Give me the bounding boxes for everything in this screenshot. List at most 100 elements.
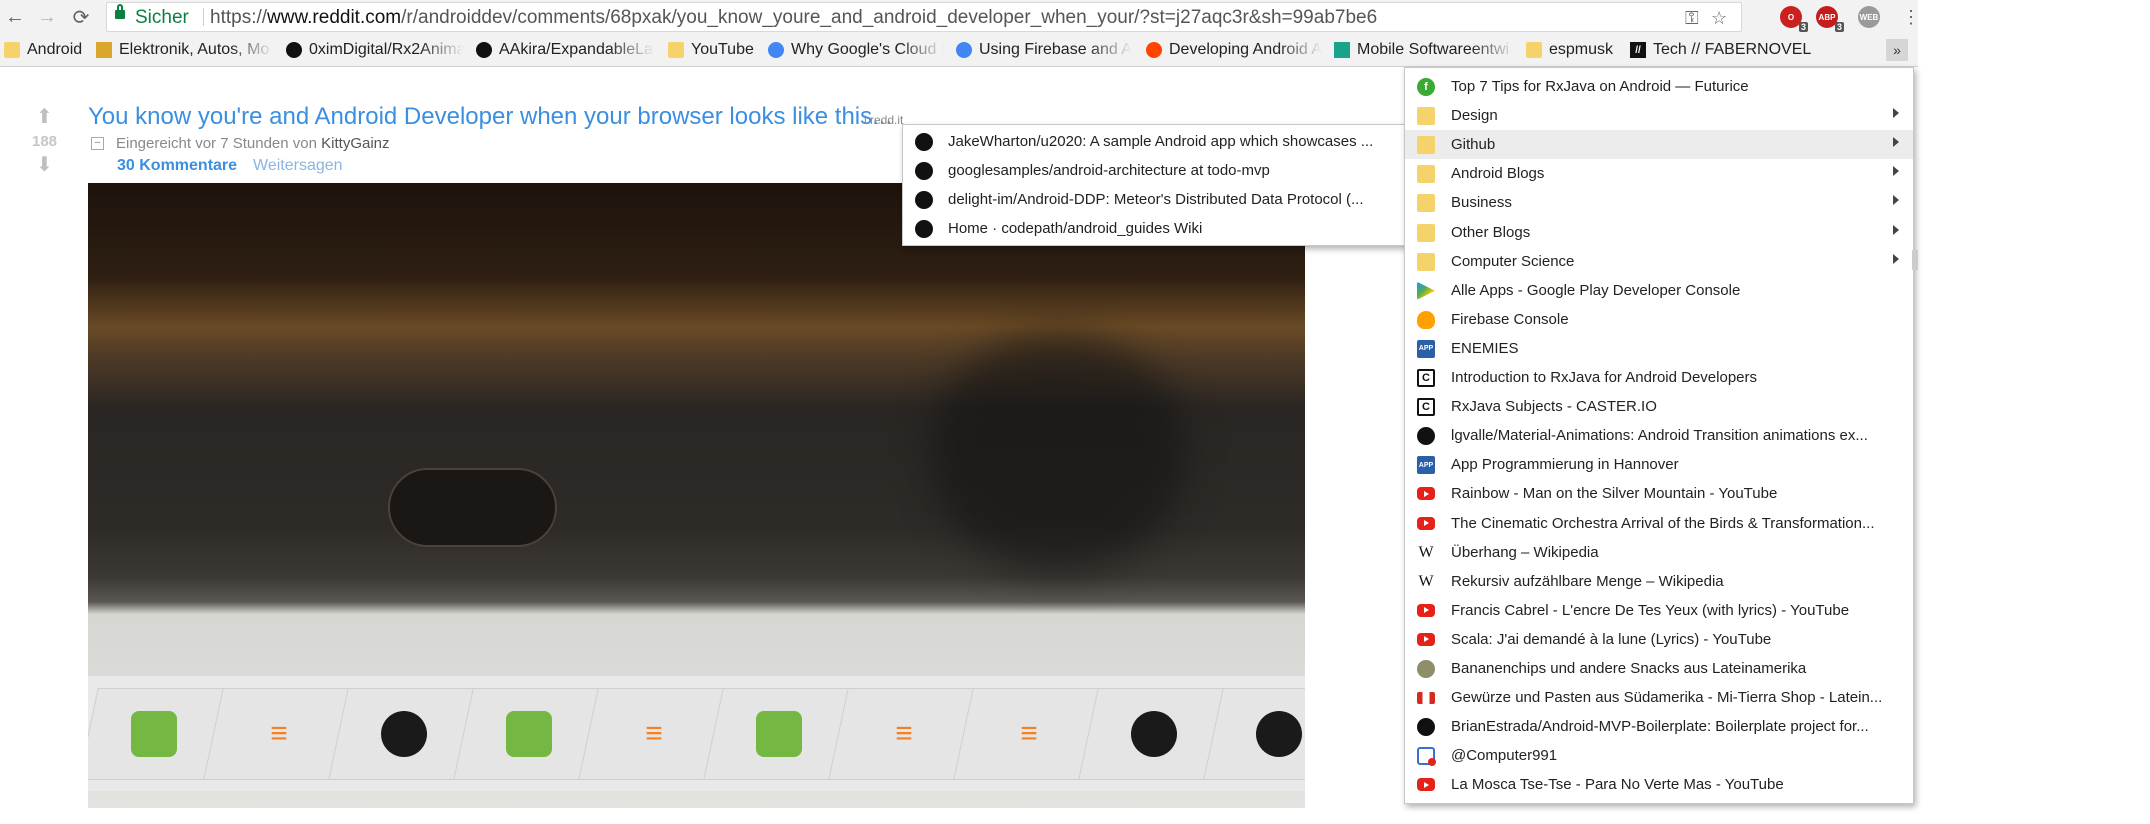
menu-item-label: Alle Apps - Google Play Developer Consol…	[1451, 281, 1741, 299]
submenu-arrow-icon	[1893, 224, 1899, 235]
submenu-item[interactable]: delight-im/Android-DDP: Meteor's Distrib…	[903, 185, 1409, 214]
upvote-arrow-icon[interactable]: ⬆	[36, 104, 53, 129]
menu-item[interactable]: BrianEstrada/Android-MVP-Boilerplate: Bo…	[1405, 712, 1913, 741]
menu-item-label: RxJava Subjects - CASTER.IO	[1451, 398, 1657, 416]
bookmark-label: Mobile Softwareentwi	[1357, 41, 1510, 58]
forward-arrow-icon[interactable]: →	[32, 2, 62, 32]
bookmark-android[interactable]: Android	[4, 40, 84, 60]
github-icon	[1417, 427, 1435, 446]
address-bar[interactable]: Sicher https://www.reddit.com/r/androidd…	[106, 2, 1742, 32]
author-link[interactable]: KittyGainz	[321, 135, 389, 152]
menu-item[interactable]: Scala: J'ai demandé à la lune (Lyrics) -…	[1405, 625, 1913, 654]
menu-item-label: BrianEstrada/Android-MVP-Boilerplate: Bo…	[1451, 718, 1869, 736]
url-path: /r/androiddev/comments/68pxak/you_know_y…	[401, 7, 1378, 28]
menu-item-label: The Cinematic Orchestra Arrival of the B…	[1451, 514, 1875, 532]
post-domain[interactable]: i.redd.it	[864, 113, 903, 127]
menu-item[interactable]: W Rekursiv aufzählbare Menge – Wikipedia	[1405, 567, 1913, 596]
post-score: 188	[32, 133, 58, 150]
submenu-item[interactable]: googlesamples/android-architecture at to…	[903, 156, 1409, 185]
app-icon: APP	[1417, 456, 1435, 475]
menu-item[interactable]: Gewürze und Pasten aus Südamerika - Mi-T…	[1405, 683, 1913, 712]
bookmark-label: AAkira/ExpandableLay	[499, 41, 654, 58]
youtube-icon	[1417, 632, 1435, 646]
stackoverflow-icon: ≡	[895, 717, 913, 750]
bookmark-label: Developing Android A	[1169, 41, 1322, 58]
downvote-arrow-icon[interactable]: ⬇	[36, 152, 53, 177]
key-icon[interactable]: ⚿	[1685, 8, 1699, 29]
bookmark-elektronik[interactable]: Elektronik, Autos, Mo	[96, 40, 274, 60]
menu-item[interactable]: W Überhang – Wikipedia	[1405, 538, 1913, 567]
menu-item[interactable]: The Cinematic Orchestra Arrival of the B…	[1405, 509, 1913, 538]
web-extension-icon[interactable]: WEB	[1858, 6, 1880, 28]
submitted-info: Eingereicht vor 7 Stunden von KittyGainz	[116, 135, 390, 152]
adblock-extension-icon[interactable]: ABP 3	[1816, 6, 1844, 32]
folder-icon	[1417, 252, 1435, 271]
github-icon	[915, 220, 933, 238]
star-icon[interactable]: ☆	[1711, 8, 1727, 29]
comments-link[interactable]: 30 Kommentare	[117, 157, 237, 175]
scrollbar[interactable]	[1912, 250, 1918, 270]
extension-badge: 3	[1834, 22, 1844, 32]
bookmark-google-cloud[interactable]: Why Google's Cloud I	[768, 40, 944, 60]
menu-item[interactable]: C RxJava Subjects - CASTER.IO	[1405, 392, 1913, 421]
menu-item[interactable]: La Mosca Tse-Tse - Para No Verte Mas - Y…	[1405, 770, 1913, 799]
menu-item-label: App Programmierung in Hannover	[1451, 456, 1679, 474]
menu-item[interactable]: f Top 7 Tips for RxJava on Android — Futu…	[1405, 72, 1913, 101]
menu-item[interactable]: C Introduction to RxJava for Android Deve…	[1405, 363, 1913, 392]
android-icon	[756, 711, 802, 757]
menu-item[interactable]: Rainbow - Man on the Silver Mountain - Y…	[1405, 479, 1913, 508]
bookmark-mobile-softwareentwicklung[interactable]: Mobile Softwareentwi	[1334, 40, 1516, 60]
submenu-arrow-icon	[1893, 253, 1899, 264]
bookmark-espmusk[interactable]: espmusk	[1526, 40, 1626, 60]
menu-item[interactable]: Bananenchips und andere Snacks aus Latei…	[1405, 654, 1913, 683]
menu-item-label: Francis Cabrel - L'encre De Tes Yeux (wi…	[1451, 601, 1850, 619]
submenu-item-label: googlesamples/android-architecture at to…	[948, 162, 1270, 179]
collapse-button[interactable]: –	[91, 137, 104, 150]
share-link[interactable]: Weitersagen	[253, 157, 343, 175]
menu-item[interactable]: APP App Programmierung in Hannover	[1405, 450, 1913, 479]
menu-item[interactable]: @Computer991	[1405, 741, 1913, 770]
menu-item-label: Bananenchips und andere Snacks aus Latei…	[1451, 660, 1807, 677]
menu-item[interactable]: Computer Science	[1405, 247, 1913, 276]
back-arrow-icon[interactable]: ←	[0, 2, 30, 32]
lock-icon	[115, 4, 125, 19]
bookmark-fabernovel[interactable]: // Tech // FABERNOVEL	[1630, 40, 1830, 60]
bookmark-youtube[interactable]: YouTube	[668, 40, 758, 60]
bookmarks-overflow-menu: f Top 7 Tips for RxJava on Android — Futu…	[1404, 67, 1914, 804]
menu-item[interactable]: Francis Cabrel - L'encre De Tes Yeux (wi…	[1405, 596, 1913, 625]
github-icon	[286, 42, 302, 58]
menu-item[interactable]: lgvalle/Material-Animations: Android Tra…	[1405, 421, 1913, 450]
menu-item[interactable]: Business	[1405, 188, 1913, 217]
url-text[interactable]: https://www.reddit.com/r/androiddev/comm…	[210, 7, 1377, 29]
menu-item-label: Scala: J'ai demandé à la lune (Lyrics) -…	[1451, 630, 1772, 648]
post-title[interactable]: You know you're and Android Developer wh…	[88, 103, 892, 131]
submenu-arrow-icon	[1893, 137, 1899, 148]
banana-icon	[1417, 660, 1435, 678]
menu-item[interactable]: Firebase Console	[1405, 305, 1913, 334]
folder-icon	[1417, 136, 1435, 155]
opera-extension-icon[interactable]: O3	[1780, 6, 1808, 32]
menu-item[interactable]: Android Blogs	[1405, 159, 1913, 188]
menu-item-label: Rainbow - Man on the Silver Mountain - Y…	[1451, 485, 1778, 503]
bookmark-developing-android[interactable]: Developing Android A	[1146, 40, 1322, 60]
menu-item[interactable]: Alle Apps - Google Play Developer Consol…	[1405, 276, 1913, 305]
submenu-item[interactable]: JakeWharton/u2020: A sample Android app …	[903, 127, 1409, 156]
menu-item[interactable]: Github	[1405, 130, 1913, 160]
bookmark-label: Elektronik, Autos, Mo	[119, 41, 270, 58]
submenu-item[interactable]: Home · codepath/android_guides Wiki	[903, 214, 1409, 243]
bookmark-rx2anima[interactable]: 0ximDigital/Rx2Anima	[286, 40, 464, 60]
wikipedia-icon: W	[1418, 543, 1434, 561]
menu-item[interactable]: Other Blogs	[1405, 218, 1913, 247]
menu-item-label: Business	[1451, 194, 1512, 212]
menu-icon[interactable]: ⋮	[1896, 2, 1926, 32]
bookmark-firebase[interactable]: Using Firebase and Ap	[956, 40, 1132, 60]
bookmarks-overflow-button[interactable]: »	[1886, 39, 1908, 61]
post-image[interactable]: ≡ ≡ ≡ ≡	[88, 183, 1305, 808]
github-icon	[915, 162, 933, 180]
bookmark-expandablelay[interactable]: AAkira/ExpandableLay	[476, 40, 654, 60]
browser-toolbar: ← → ⟳ Sicher https://www.reddit.com/r/an…	[0, 0, 1920, 34]
menu-item[interactable]: Design	[1405, 101, 1913, 130]
google-cloud-icon	[956, 42, 972, 58]
menu-item[interactable]: APP ENEMIES	[1405, 334, 1913, 363]
reload-icon[interactable]: ⟳	[66, 2, 96, 32]
